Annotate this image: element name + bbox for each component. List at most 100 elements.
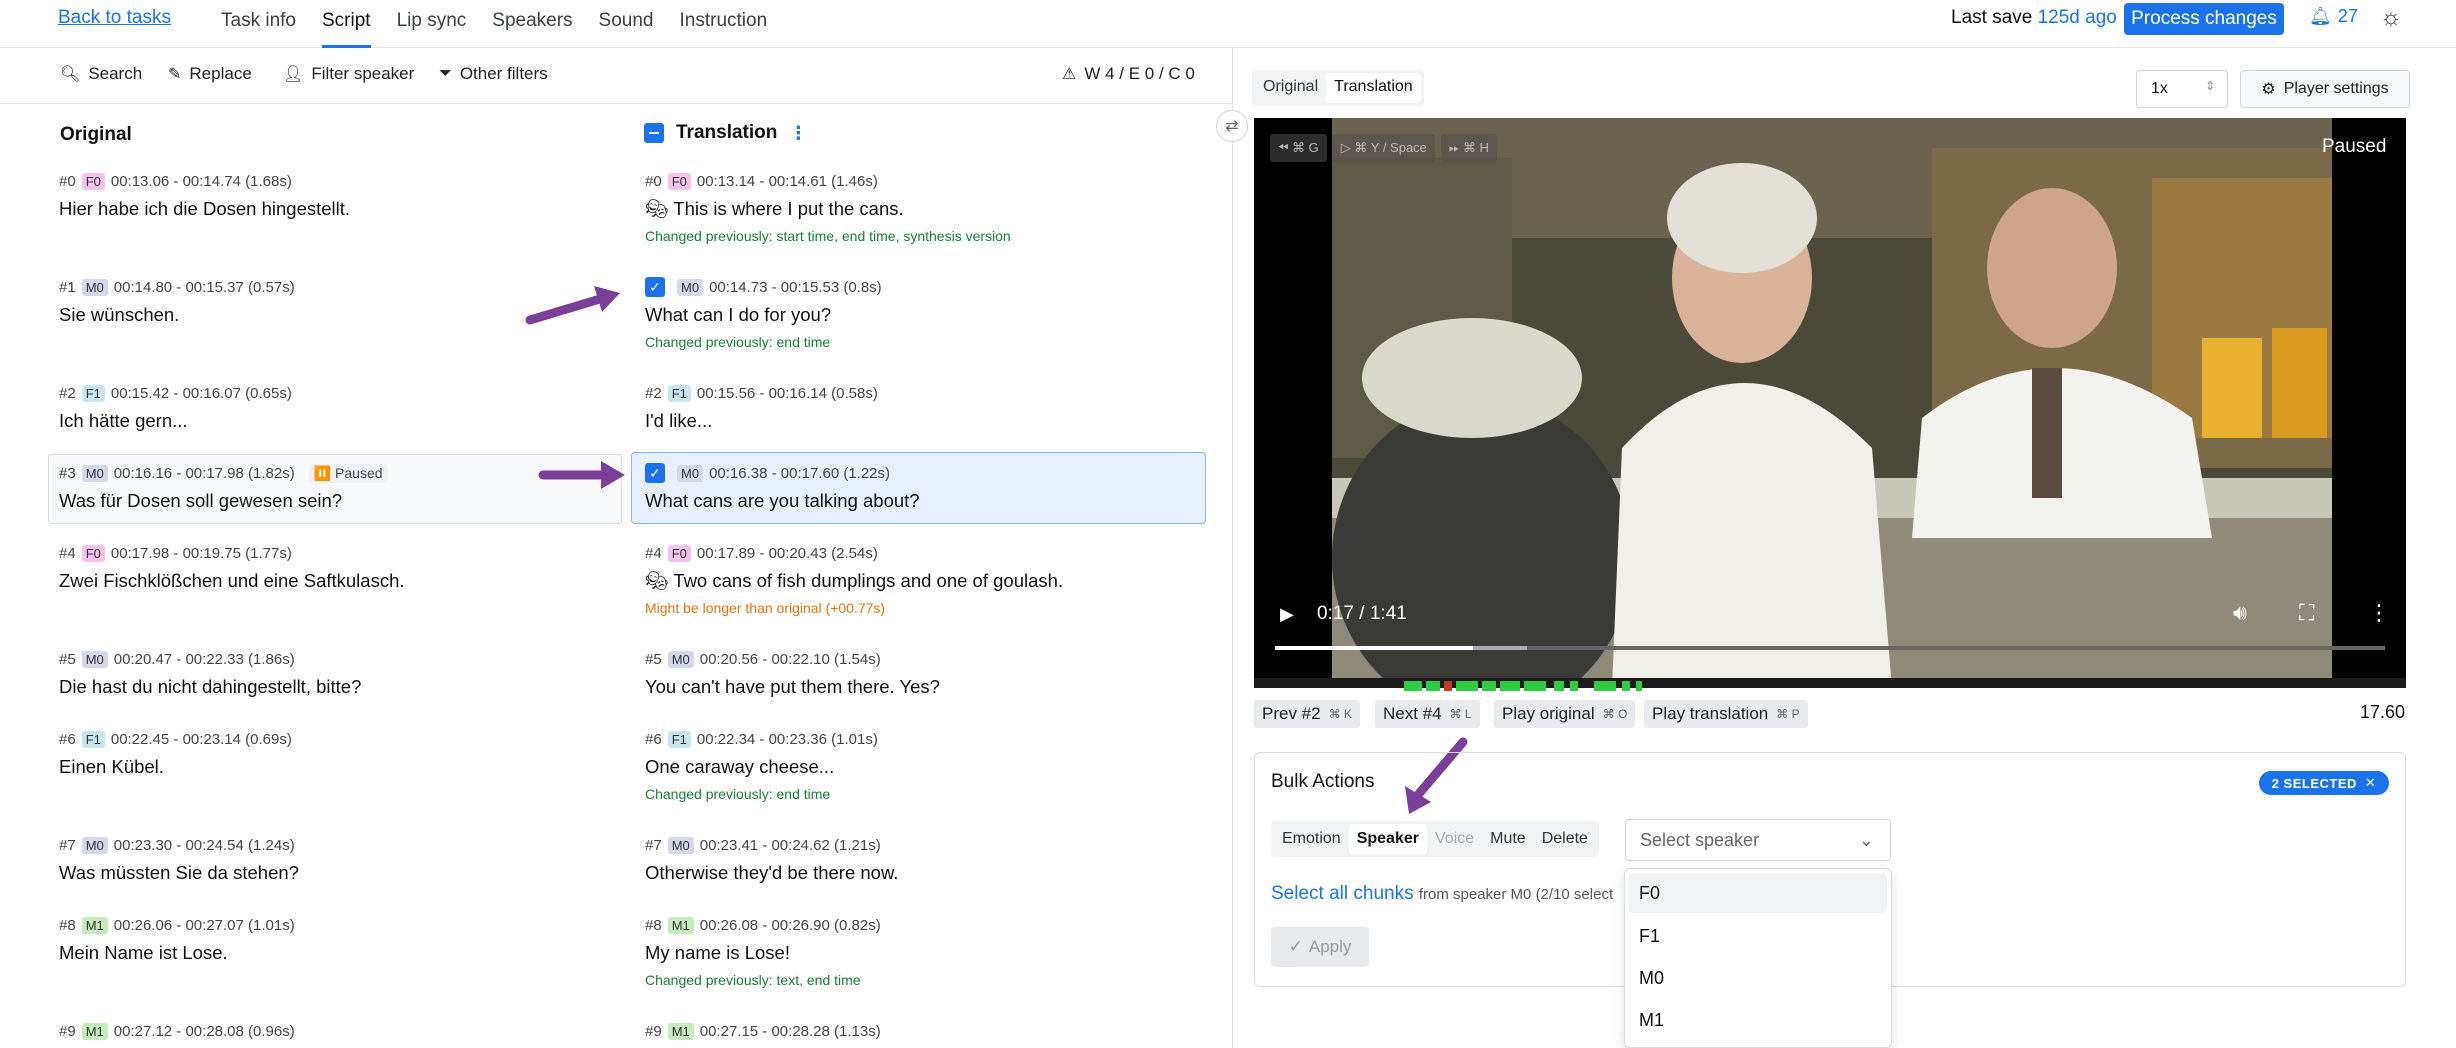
speaker-tag[interactable]: M0: [667, 836, 694, 854]
segment-text[interactable]: 🎭︎ This is where I put the cans.: [645, 198, 1011, 220]
more-vertical-icon[interactable]: ⋮: [2368, 600, 2390, 626]
back-to-tasks-link[interactable]: Back to tasks: [58, 7, 171, 29]
tab-lip-sync[interactable]: Lip sync: [397, 0, 467, 48]
swap-panels-button[interactable]: ⇄: [1216, 110, 1248, 142]
next-segment-button[interactable]: Next #4 ⌘ L: [1375, 700, 1480, 728]
process-changes-button[interactable]: Process changes: [2124, 3, 2284, 35]
original-segment[interactable]: #8 M1 00:26.06 - 00:27.07 (1.01s) Mein Name…: [59, 914, 295, 964]
replace-button[interactable]: ✎ Replace: [168, 64, 252, 84]
segment-text[interactable]: Was müssten Sie da stehen?: [59, 862, 299, 884]
warnings-indicator[interactable]: ⚠ W 4 / E 0 / C 0: [1062, 64, 1195, 84]
segment-checkbox[interactable]: ✓: [645, 277, 665, 297]
original-segment[interactable]: #0 F0 00:13.06 - 00:14.74 (1.68s) Hier habe…: [59, 170, 350, 220]
tab-delete[interactable]: Delete: [1534, 824, 1596, 854]
option-m1[interactable]: M1: [1639, 1010, 1664, 1031]
tab-instruction[interactable]: Instruction: [680, 0, 768, 48]
speaker-tag[interactable]: M0: [677, 464, 704, 482]
select-all-chunks-link[interactable]: Select all chunks: [1271, 883, 1414, 904]
rewind-button[interactable]: ⏪︎ ⌘ G: [1270, 134, 1327, 162]
translation-segment[interactable]: #8 M1 00:26.08 - 00:26.90 (0.82s) My name i…: [645, 914, 881, 988]
player-settings-button[interactable]: ⚙ Player settings: [2240, 70, 2410, 108]
tab-emotion[interactable]: Emotion: [1274, 824, 1349, 854]
apply-button[interactable]: ✓ Apply: [1271, 927, 1369, 967]
segment-text[interactable]: My name is Lose!: [645, 942, 881, 964]
speaker-tag[interactable]: M1: [81, 1022, 108, 1040]
segment-text[interactable]: You can't have put them there. Yes?: [645, 676, 940, 698]
speaker-tag[interactable]: M1: [667, 1022, 694, 1040]
tab-sound[interactable]: Sound: [599, 0, 654, 48]
emotion-icon[interactable]: 🎭︎: [645, 570, 673, 591]
translation-segment[interactable]: #4 F0 00:17.89 - 00:20.43 (2.54s) 🎭︎ Two ca…: [645, 542, 1063, 616]
segment-text[interactable]: Die hast du nicht dahingestellt, bitte?: [59, 676, 361, 698]
option-f1[interactable]: F1: [1639, 926, 1660, 947]
other-filters-button[interactable]: ⏷ Other filters: [439, 64, 548, 84]
speaker-tag[interactable]: F1: [81, 730, 105, 748]
speaker-tag[interactable]: F0: [81, 172, 105, 190]
emotion-icon[interactable]: 🎭︎: [645, 198, 673, 219]
search-button[interactable]: 🔍︎ Search: [60, 64, 142, 84]
segment-text[interactable]: Sie wünschen.: [59, 304, 295, 326]
segment-checkbox[interactable]: ✓: [645, 463, 665, 483]
selected-badge[interactable]: 2 SELECTED ✕: [2259, 771, 2389, 795]
tab-task-info[interactable]: Task info: [221, 0, 296, 48]
original-segment[interactable]: #1 M0 00:14.80 - 00:15.37 (0.57s) Sie wünsc…: [59, 276, 295, 326]
original-segment[interactable]: #9 M1 00:27.12 - 00:28.08 (0.96s): [59, 1020, 295, 1048]
segment-text[interactable]: Zwei Fischklößchen und eine Saftkulasch.: [59, 570, 405, 592]
original-segment[interactable]: #4 F0 00:17.98 - 00:19.75 (1.77s) Zwei Fisc…: [59, 542, 405, 592]
tab-voice[interactable]: Voice: [1427, 824, 1482, 854]
speaker-tag[interactable]: M0: [667, 650, 694, 668]
tab-mute[interactable]: Mute: [1482, 824, 1534, 854]
speaker-tag[interactable]: F0: [667, 172, 691, 190]
translation-segment[interactable]: ✓ M0 00:14.73 - 00:15.53 (0.8s) What can I …: [645, 276, 882, 350]
option-f0[interactable]: F0: [1629, 873, 1887, 913]
fast-forward-button[interactable]: ⏩︎ ⌘ H: [1440, 134, 1497, 162]
segment-text[interactable]: Was für Dosen soll gewesen sein?: [59, 490, 388, 512]
speaker-tag[interactable]: M0: [81, 836, 108, 854]
play-original-button[interactable]: Play original ⌘ O: [1494, 700, 1636, 728]
volume-icon[interactable]: 🔊︎: [2233, 600, 2247, 626]
segment-text[interactable]: I'd like...: [645, 410, 878, 432]
translation-segment[interactable]: #5 M0 00:20.56 - 00:22.10 (1.54s) You can't…: [645, 648, 940, 698]
segment-text[interactable]: 🎭︎ Two cans of fish dumplings and one of…: [645, 570, 1063, 592]
original-segment[interactable]: #6 F1 00:22.45 - 00:23.14 (0.69s) Einen Küb…: [59, 728, 292, 778]
filter-speaker-button[interactable]: 👤︎ Filter speaker: [283, 64, 414, 84]
speaker-tag[interactable]: F1: [81, 384, 105, 402]
tab-speakers[interactable]: Speakers: [492, 0, 572, 48]
speaker-tag[interactable]: M0: [81, 650, 108, 668]
view-translation-tab[interactable]: Translation: [1326, 73, 1421, 103]
select-all-checkbox[interactable]: [644, 123, 664, 143]
original-segment[interactable]: #3 M0 00:16.16 - 00:17.98 (1.82s) ⏸️ Paused…: [59, 462, 388, 512]
speaker-tag[interactable]: F0: [81, 544, 105, 562]
translation-segment[interactable]: #7 M0 00:23.41 - 00:24.62 (1.21s) Otherwise…: [645, 834, 898, 884]
option-m0[interactable]: M0: [1639, 968, 1664, 989]
segment-text[interactable]: One caraway cheese...: [645, 756, 878, 778]
waveform-strip[interactable]: [1254, 678, 2406, 691]
tab-speaker[interactable]: Speaker: [1348, 824, 1427, 854]
translation-segment[interactable]: #9 M1 00:27.15 - 00:28.28 (1.13s): [645, 1020, 881, 1048]
speed-select[interactable]: 1x ⇕: [2136, 70, 2228, 108]
speaker-tag[interactable]: M1: [667, 916, 694, 934]
video-progress-bar[interactable]: [1275, 646, 2385, 650]
speaker-tag[interactable]: F1: [667, 730, 691, 748]
view-original-tab[interactable]: Original: [1255, 73, 1326, 103]
prev-segment-button[interactable]: Prev #2 ⌘ K: [1254, 700, 1360, 728]
translation-segment[interactable]: #2 F1 00:15.56 - 00:16.14 (0.58s) I'd like.…: [645, 382, 878, 432]
close-icon[interactable]: ✕: [2365, 775, 2376, 791]
theme-toggle-icon[interactable]: ☼: [2380, 4, 2402, 32]
translation-segment[interactable]: #0 F0 00:13.14 - 00:14.61 (1.46s) 🎭︎ This i…: [645, 170, 1011, 244]
segment-text[interactable]: Einen Kübel.: [59, 756, 292, 778]
original-segment[interactable]: #7 M0 00:23.30 - 00:24.54 (1.24s) Was müsst…: [59, 834, 299, 884]
original-segment[interactable]: #2 F1 00:15.42 - 00:16.07 (0.65s) Ich hätte…: [59, 382, 292, 432]
speaker-tag[interactable]: F1: [667, 384, 691, 402]
play-hint-button[interactable]: ▷ ⌘ Y / Space: [1332, 134, 1435, 162]
tab-script[interactable]: Script: [321, 0, 371, 48]
segment-text[interactable]: What can I do for you?: [645, 304, 882, 326]
play-icon[interactable]: ▶: [1280, 604, 1294, 625]
fullscreen-icon[interactable]: ⛶: [2299, 600, 2314, 626]
play-translation-button[interactable]: Play translation ⌘ P: [1644, 700, 1808, 728]
speaker-tag[interactable]: M0: [81, 464, 108, 482]
original-segment[interactable]: #5 M0 00:20.47 - 00:22.33 (1.86s) Die hast …: [59, 648, 361, 698]
speaker-tag[interactable]: M0: [677, 278, 704, 296]
segment-text[interactable]: Otherwise they'd be there now.: [645, 862, 898, 884]
speaker-select[interactable]: Select speaker ⌄: [1625, 819, 1891, 861]
